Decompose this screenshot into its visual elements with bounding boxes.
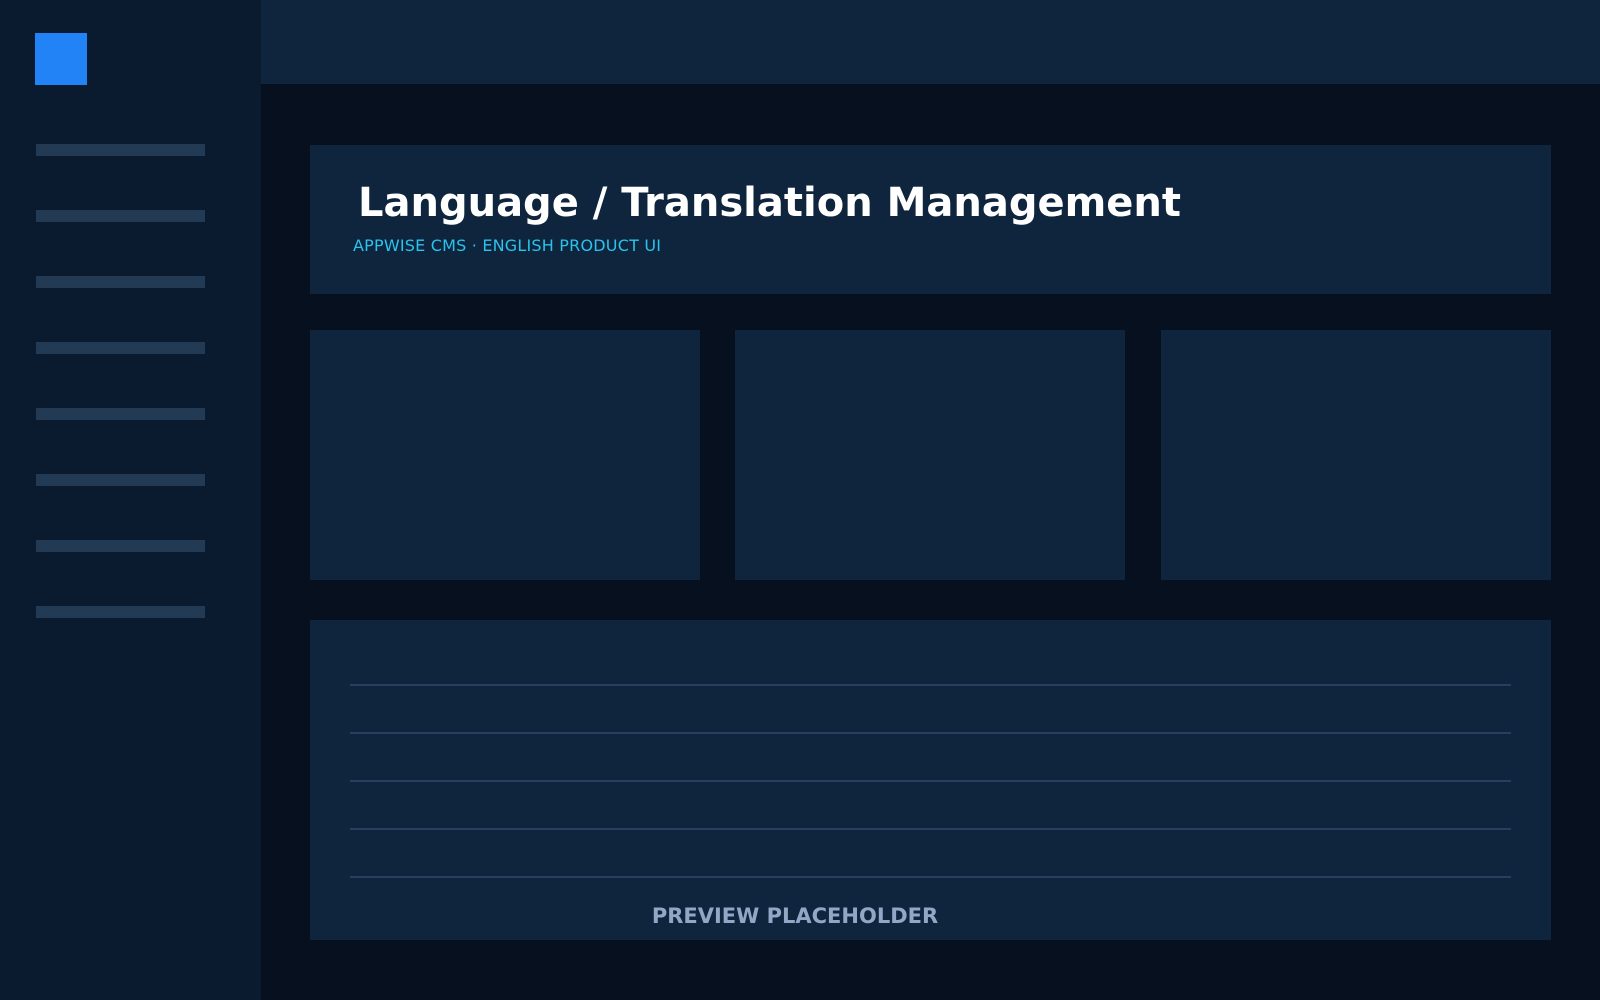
sidebar-item-placeholder-2[interactable] <box>36 210 205 222</box>
preview-line-1 <box>350 684 1511 686</box>
stat-card-1 <box>310 330 700 580</box>
preview-line-4 <box>350 828 1511 830</box>
sidebar <box>0 0 261 1000</box>
sidebar-item-placeholder-4[interactable] <box>36 342 205 354</box>
page-subtitle: APPWISE CMS · ENGLISH PRODUCT UI <box>353 236 662 255</box>
preview-line-2 <box>350 732 1511 734</box>
sidebar-item-placeholder-7[interactable] <box>36 540 205 552</box>
sidebar-item-placeholder-1[interactable] <box>36 144 205 156</box>
preview-panel: PREVIEW PLACEHOLDER <box>310 620 1551 940</box>
preview-line-5 <box>350 876 1511 878</box>
sidebar-item-placeholder-8[interactable] <box>36 606 205 618</box>
stat-card-2 <box>735 330 1125 580</box>
top-bar <box>261 0 1600 84</box>
sidebar-item-placeholder-6[interactable] <box>36 474 205 486</box>
sidebar-item-placeholder-3[interactable] <box>36 276 205 288</box>
sidebar-item-placeholder-5[interactable] <box>36 408 205 420</box>
preview-placeholder-label: PREVIEW PLACEHOLDER <box>651 904 939 928</box>
page-title: Language / Translation Management <box>358 180 1182 226</box>
stat-card-3 <box>1161 330 1551 580</box>
page-header: Language / Translation Management APPWIS… <box>310 145 1551 294</box>
preview-line-3 <box>350 780 1511 782</box>
logo[interactable] <box>35 33 87 85</box>
